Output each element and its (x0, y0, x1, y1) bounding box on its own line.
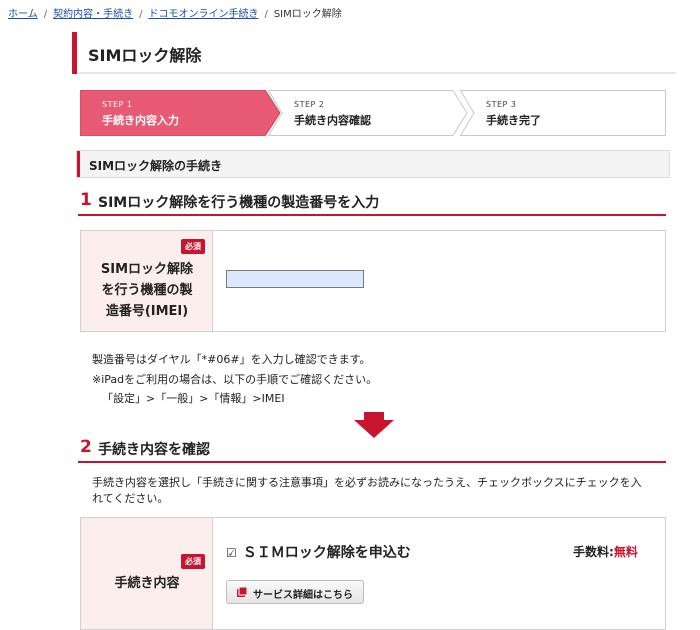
fee-label: 手数料: (573, 545, 614, 559)
imei-label-line-3: 造番号(IMEI) (105, 304, 189, 319)
service-detail-button-label: サービス詳細はこちら (253, 590, 353, 601)
section-2-description: 手続き内容を選択し「手続きに関する注意事項」を必ずお読みになったうえ、チェックボ… (92, 476, 642, 505)
section-1-title: SIMロック解除を行う機種の製造番号を入力 (98, 195, 380, 211)
subheading-accent-bar (77, 151, 80, 177)
breadcrumb-separator: / (139, 9, 143, 20)
step-3-name: 手続き完了 (486, 114, 541, 127)
section-2-title: 手続き内容を確認 (98, 442, 210, 458)
procedure-subheading: SIMロック解除の手続き (76, 150, 670, 178)
step-3-label: STEP 3 (486, 100, 517, 109)
imei-label-cell: 必須 SIMロック解除 を行う機種の製 造番号(IMEI) (81, 231, 213, 331)
page-title-accent-bar (72, 32, 77, 74)
step-1-label: STEP 1 (102, 100, 133, 109)
imei-note-dial: 製造番号はダイヤル「*#06#」を入力し確認できます。 (92, 353, 371, 366)
step-3: STEP 3 手続き完了 (460, 90, 666, 136)
external-window-icon (237, 587, 247, 597)
imei-field-label: SIMロック解除 を行う機種の製 造番号(IMEI) (81, 259, 213, 322)
imei-form-row: 必須 SIMロック解除 を行う機種の製 造番号(IMEI) (80, 230, 666, 332)
service-detail-button[interactable]: サービス詳細はこちら (226, 580, 364, 604)
required-badge: 必須 (181, 554, 205, 569)
fee-value: 無料 (613, 545, 638, 559)
breadcrumb-current: SIMロック解除 (273, 9, 342, 20)
section-2-number: 2 (80, 437, 92, 457)
page-title-container: SIMロック解除 (72, 32, 676, 74)
step-2: STEP 2 手続き内容確認 (268, 90, 468, 136)
step-indicator: STEP 1 手続き内容入力 STEP 2 手続き内容確認 STEP 3 手続き… (80, 90, 666, 136)
breadcrumb-contract-link[interactable]: 契約内容・手続き (53, 9, 133, 20)
procedure-form-row: 必須 手続き内容 (80, 517, 666, 630)
breadcrumb-home-link[interactable]: ホーム (8, 9, 38, 20)
section-1-number: 1 (80, 190, 92, 210)
section-2-heading: 2 手続き内容を確認 (78, 437, 666, 463)
procedure-label-cell: 必須 手続き内容 (81, 518, 213, 629)
required-badge: 必須 (181, 239, 205, 254)
fee-display: 手数料:無料 (573, 543, 638, 560)
imei-label-line-2: を行う機種の製 (101, 283, 193, 298)
sim-unlock-checkbox-row[interactable]: ☑ ＳＩＭロック解除を申込む (226, 542, 411, 562)
breadcrumb-separator: / (264, 9, 268, 20)
breadcrumb-online-procedures-link[interactable]: ドコモオンライン手続き (148, 9, 258, 20)
subheading-text: SIMロック解除の手続き (89, 159, 223, 173)
imei-label-line-1: SIMロック解除 (100, 262, 194, 277)
breadcrumb-separator: / (43, 9, 48, 20)
step-2-name: 手続き内容確認 (294, 114, 371, 127)
imei-input[interactable] (226, 270, 364, 288)
checkbox-checked-icon[interactable]: ☑ (226, 546, 237, 560)
step-2-label: STEP 2 (294, 100, 325, 109)
breadcrumb: ホーム / 契約内容・手続き / ドコモオンライン手続き / SIMロック解除 (8, 5, 342, 20)
step-1: STEP 1 手続き内容入力 (80, 90, 280, 136)
imei-note-ipad: ※iPadをご利用の場合は、以下の手順でご確認ください。 (92, 373, 378, 386)
page-title: SIMロック解除 (88, 46, 202, 65)
down-arrow-icon (354, 412, 394, 438)
procedure-field-label: 手続き内容 (114, 576, 180, 591)
sim-unlock-checkbox-label: ＳＩＭロック解除を申込む (242, 545, 411, 561)
section-1-heading: 1 SIMロック解除を行う機種の製造番号を入力 (78, 190, 666, 216)
step-1-name: 手続き内容入力 (102, 114, 179, 127)
imei-note-ipad-path: 「設定」>「一般」>「情報」>IMEI (102, 392, 285, 405)
